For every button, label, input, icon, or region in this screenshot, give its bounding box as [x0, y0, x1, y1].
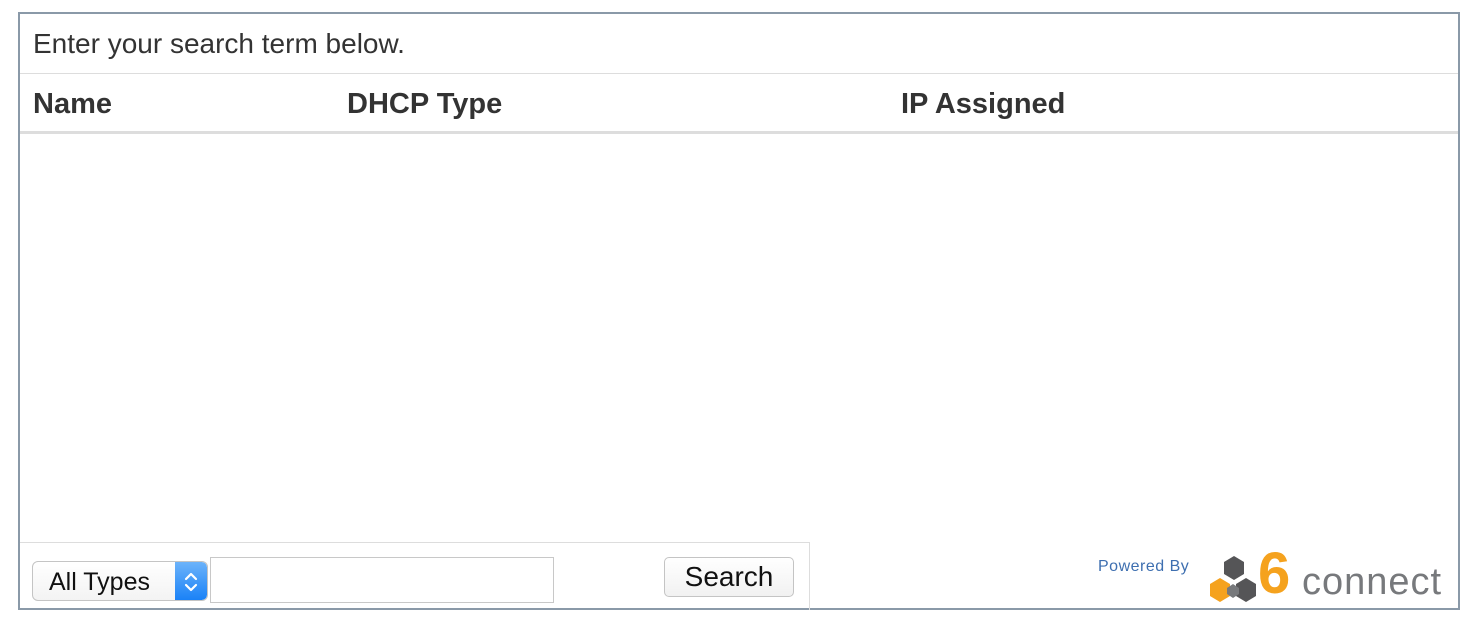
results-table-body [20, 134, 1458, 542]
type-select[interactable]: All Types [32, 561, 208, 601]
search-input[interactable] [210, 557, 554, 603]
table-header: Name DHCP Type IP Assigned [20, 74, 1458, 134]
search-instruction: Enter your search term below. [20, 14, 1458, 74]
logo-connect-text: connect [1302, 561, 1443, 603]
column-header-name[interactable]: Name [33, 74, 112, 134]
dhcp-search-panel: Enter your search term below. Name DHCP … [18, 12, 1460, 610]
column-header-ip-assigned[interactable]: IP Assigned [901, 74, 1065, 134]
column-header-dhcp-type[interactable]: DHCP Type [347, 74, 502, 134]
logo-six: 6 [1258, 541, 1291, 606]
select-arrows-icon[interactable] [175, 562, 207, 600]
powered-by-text: Powered By [1098, 558, 1190, 575]
hexagon-cluster-icon [1206, 554, 1262, 613]
type-select-value: All Types [49, 568, 150, 596]
powered-by-branding: Powered By 6 connect [1098, 542, 1448, 606]
search-toolbar: All Types Search [20, 542, 810, 610]
search-button[interactable]: Search [664, 557, 794, 597]
